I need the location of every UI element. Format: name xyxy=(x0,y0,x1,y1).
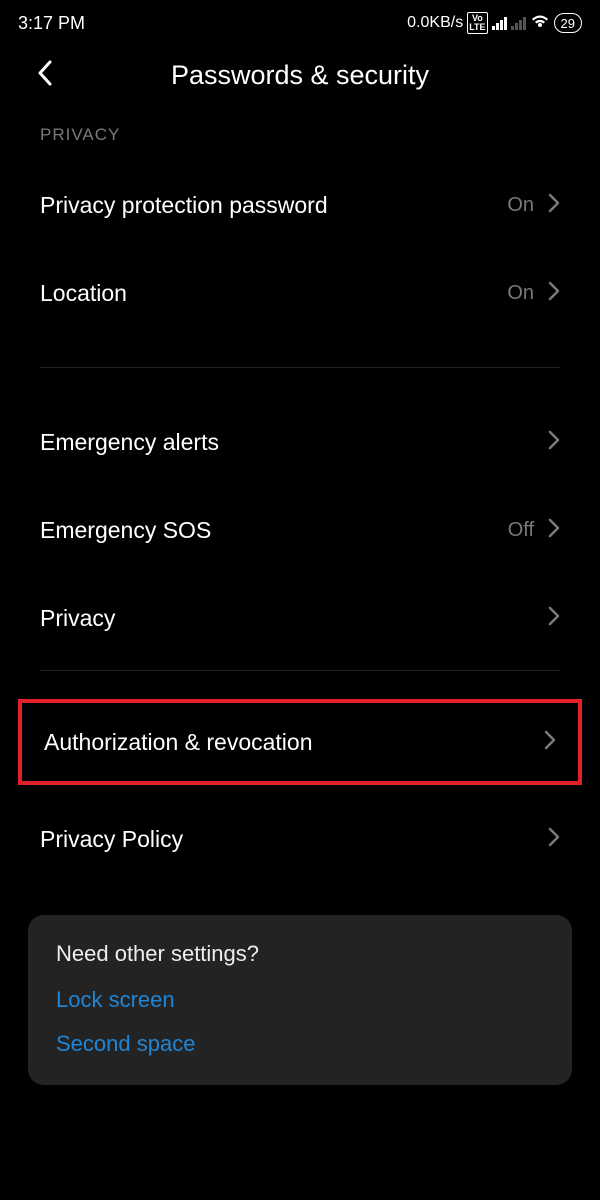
chevron-right-icon xyxy=(548,606,560,631)
row-label: Privacy Policy xyxy=(40,826,183,853)
highlight-box: Authorization & revocation xyxy=(18,699,582,785)
row-value: On xyxy=(507,194,534,217)
signal-icon-2 xyxy=(511,16,526,30)
chevron-right-icon xyxy=(548,430,560,455)
row-location[interactable]: Location On xyxy=(0,249,600,337)
row-privacy[interactable]: Privacy xyxy=(0,574,600,662)
row-value: Off xyxy=(508,519,534,542)
status-right: 0.0KB/s VoLTE 29 xyxy=(407,12,582,34)
link-second-space[interactable]: Second space xyxy=(56,1031,544,1057)
chevron-right-icon xyxy=(548,281,560,306)
section-header-privacy: PRIVACY xyxy=(0,111,600,161)
net-speed: 0.0KB/s xyxy=(407,14,463,32)
divider xyxy=(40,670,560,671)
battery-icon: 29 xyxy=(554,13,582,33)
signal-icon-1 xyxy=(492,16,507,30)
chevron-right-icon xyxy=(548,193,560,218)
chevron-right-icon xyxy=(548,827,560,852)
chevron-right-icon xyxy=(548,518,560,543)
row-authorization-revocation[interactable]: Authorization & revocation xyxy=(22,703,578,781)
row-value: On xyxy=(507,282,534,305)
row-privacy-policy[interactable]: Privacy Policy xyxy=(0,795,600,883)
volte-icon: VoLTE xyxy=(467,12,487,34)
card-question: Need other settings? xyxy=(56,941,544,967)
row-emergency-alerts[interactable]: Emergency alerts xyxy=(0,398,600,486)
wifi-icon xyxy=(530,13,550,34)
row-label: Location xyxy=(40,280,127,307)
row-label: Emergency SOS xyxy=(40,517,211,544)
row-emergency-sos[interactable]: Emergency SOS Off xyxy=(0,486,600,574)
page-title: Passwords & security xyxy=(30,60,570,91)
row-privacy-protection-password[interactable]: Privacy protection password On xyxy=(0,161,600,249)
link-lock-screen[interactable]: Lock screen xyxy=(56,987,544,1013)
row-label: Privacy protection password xyxy=(40,192,328,219)
row-label: Authorization & revocation xyxy=(44,729,313,756)
other-settings-card: Need other settings? Lock screen Second … xyxy=(28,915,572,1085)
row-label: Emergency alerts xyxy=(40,429,219,456)
status-bar: 3:17 PM 0.0KB/s VoLTE 29 xyxy=(0,0,600,40)
status-time: 3:17 PM xyxy=(18,13,85,34)
chevron-right-icon xyxy=(544,730,556,755)
row-label: Privacy xyxy=(40,605,115,632)
app-bar: Passwords & security xyxy=(0,40,600,111)
